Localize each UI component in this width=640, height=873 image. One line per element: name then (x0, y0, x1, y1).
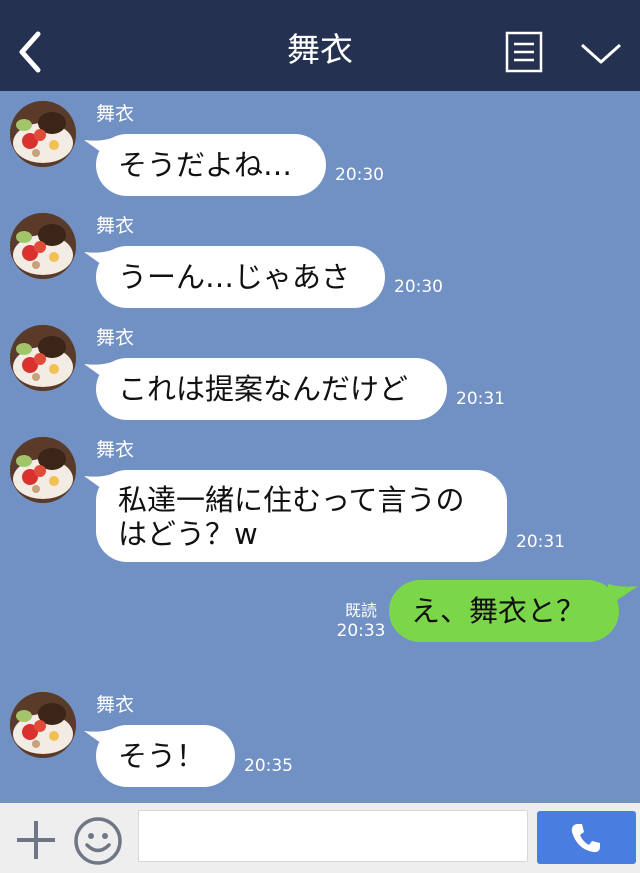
smiley-icon (74, 817, 122, 865)
avatar[interactable] (10, 213, 76, 279)
message-bubble[interactable]: 私達一緒に住むって言うの はどう？w (96, 470, 507, 562)
notes-button[interactable] (505, 31, 543, 73)
cake-photo-icon (10, 325, 76, 391)
bubble-tail (608, 584, 638, 606)
message-time: 20:35 (244, 756, 293, 776)
message-bubble[interactable]: これは提案なんだけど (96, 358, 447, 420)
message-line: 私達一緒に住むって言うの (118, 483, 465, 517)
sender-name: 舞衣 (96, 103, 135, 125)
message-input[interactable] (138, 810, 528, 862)
avatar[interactable] (10, 692, 76, 758)
message-time: 20:30 (335, 165, 384, 185)
plus-icon (17, 821, 55, 859)
sender-name: 舞衣 (96, 327, 135, 349)
message-time: 20:31 (456, 389, 505, 409)
chevron-down-icon (580, 43, 622, 64)
my-message-bubble[interactable]: え、舞衣と？ (389, 580, 619, 642)
cake-photo-icon (10, 213, 76, 279)
notes-icon (505, 31, 543, 73)
message-bubble[interactable]: そう！ (96, 725, 235, 787)
sender-name: 舞衣 (96, 215, 135, 237)
read-receipt: 既読 20:33 (334, 600, 388, 642)
avatar[interactable] (10, 437, 76, 503)
emoji-button[interactable] (73, 816, 123, 866)
cake-photo-icon (10, 437, 76, 503)
add-button[interactable] (14, 818, 58, 862)
menu-toggle-button[interactable] (579, 40, 623, 68)
chat-title: 舞衣 (287, 30, 353, 69)
avatar[interactable] (10, 101, 76, 167)
message-line: はどう？w (118, 517, 258, 551)
message-bubble[interactable]: そうだよね… (96, 134, 326, 196)
message-time: 20:31 (516, 532, 565, 552)
cake-photo-icon (10, 101, 76, 167)
sender-name: 舞衣 (96, 439, 135, 461)
avatar[interactable] (10, 325, 76, 391)
message-bubble[interactable]: うーん…じゃあさ (96, 246, 385, 308)
composer-bar (0, 803, 640, 873)
cake-photo-icon (10, 692, 76, 758)
phone-icon (571, 824, 600, 853)
message-time: 20:33 (336, 621, 386, 641)
sender-name: 舞衣 (96, 694, 135, 716)
read-label: 既読 (344, 601, 377, 620)
call-button[interactable] (537, 811, 636, 864)
message-time: 20:30 (394, 277, 443, 297)
chat-header: 舞衣 (0, 0, 640, 91)
